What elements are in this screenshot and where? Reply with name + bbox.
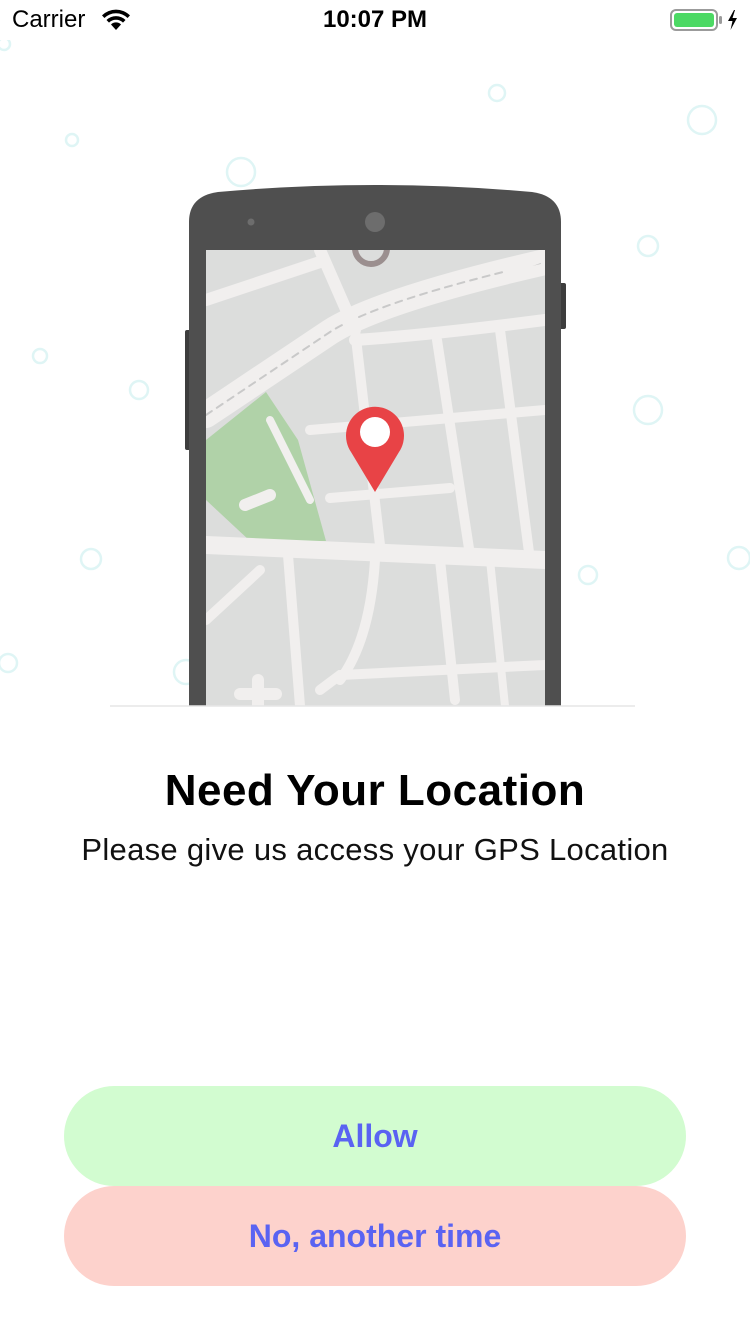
page-title: Need Your Location (164, 766, 586, 815)
page-subtitle: Please give us access your GPS Location (81, 832, 669, 867)
allow-button[interactable]: Allow (64, 1086, 686, 1186)
phone-map-illustration (0, 36, 750, 720)
deny-button[interactable]: No, another time (64, 1186, 686, 1286)
status-bar: Carrier 10:07 PM (0, 0, 750, 40)
lightning-icon (728, 10, 737, 30)
status-time: 10:07 PM (322, 6, 428, 33)
battery-icon (670, 8, 742, 37)
